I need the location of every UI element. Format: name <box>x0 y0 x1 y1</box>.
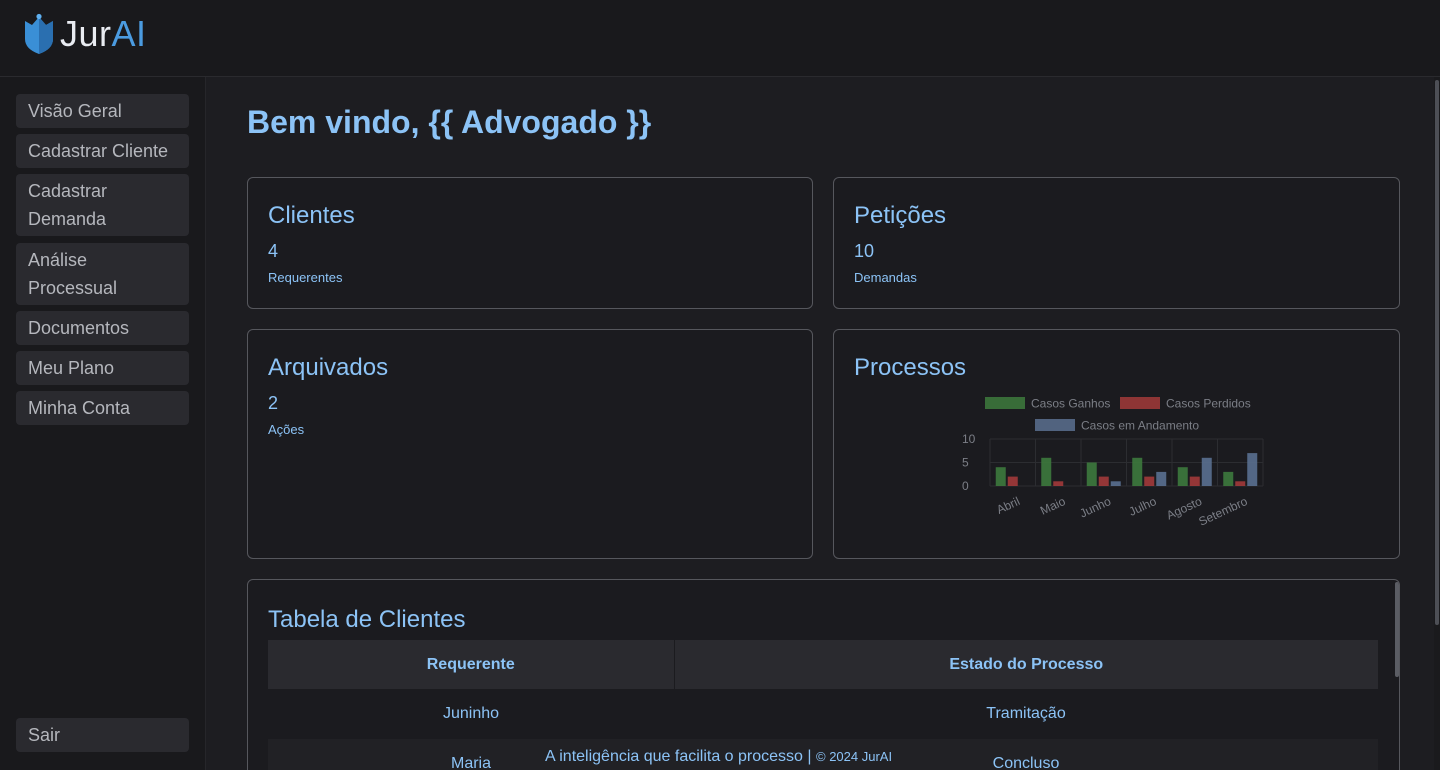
card-label: Ações <box>268 422 305 437</box>
bar-casos-em-andamento <box>1110 481 1121 486</box>
sidebar-item-cadastrar-cliente[interactable]: Cadastrar Cliente <box>16 134 189 168</box>
card-title: Arquivados <box>268 354 389 381</box>
table-title: Tabela de Clientes <box>268 606 466 633</box>
card-label: Demandas <box>854 270 917 285</box>
x-tick-label: Junho <box>1077 494 1113 521</box>
sidebar: Visão Geral Cadastrar Cliente Cadastrar … <box>0 77 206 770</box>
sidebar-item-meu-plano[interactable]: Meu Plano <box>16 351 189 385</box>
card-arquivados: Arquivados 2 Ações <box>247 329 813 559</box>
page-scrollbar-thumb[interactable] <box>1435 80 1439 625</box>
card-clientes: Clientes 4 Requerentes <box>247 177 813 309</box>
legend-label: Casos Perdidos <box>1166 397 1251 411</box>
card-peticoes: Petições 10 Demandas <box>833 177 1400 309</box>
table-scrollbar[interactable] <box>1395 582 1399 677</box>
sidebar-item-visao-geral[interactable]: Visão Geral <box>16 94 189 128</box>
processos-chart: Casos Ganhos Casos Perdidos Casos em Andam… <box>834 330 1399 563</box>
bar-casos-ganhos <box>1086 462 1097 486</box>
logo-text: JurAI <box>60 13 147 54</box>
bar-casos-ganhos <box>1132 457 1143 486</box>
bar-casos-ganhos <box>995 467 1006 486</box>
bar-casos-perdidos <box>1235 481 1246 486</box>
bar-casos-em-andamento <box>1156 471 1167 486</box>
top-bar: JurAI <box>0 0 1440 77</box>
card-value: 2 <box>268 393 279 413</box>
page-title: Bem vindo, {{ Advogado }} <box>247 104 652 140</box>
shield-logo-icon <box>25 13 53 54</box>
card-value: 10 <box>854 241 875 261</box>
sidebar-item-analise-processual[interactable]: Análise Processual <box>16 243 189 305</box>
x-tick-label: Abril <box>994 494 1022 517</box>
jurai-logo[interactable]: JurAI <box>22 12 147 56</box>
footer-copyright: © 2024 JurAI <box>816 749 893 764</box>
cell-requerente: Juninho <box>268 689 674 739</box>
table-row[interactable]: Juninho Tramitação <box>268 689 1378 739</box>
bar-casos-em-andamento <box>1247 453 1258 486</box>
bar-casos-perdidos <box>1144 476 1155 486</box>
sidebar-item-documentos[interactable]: Documentos <box>16 311 189 345</box>
legend-label: Casos em Andamento <box>1081 419 1199 433</box>
y-tick-label: 10 <box>962 432 976 446</box>
sidebar-item-label: Análise Processual <box>28 250 118 298</box>
bar-casos-perdidos <box>1189 476 1200 486</box>
card-processos: Processos Casos Ganhos Casos Perdidos Caso… <box>833 329 1400 559</box>
bar-casos-ganhos <box>1041 457 1052 486</box>
bar-casos-ganhos <box>1223 471 1234 486</box>
legend-label: Casos Ganhos <box>1031 397 1110 411</box>
y-tick-label: 5 <box>962 456 969 470</box>
sidebar-item-minha-conta[interactable]: Minha Conta <box>16 391 189 425</box>
x-tick-label: Setembro <box>1196 494 1249 529</box>
bar-casos-perdidos <box>1098 476 1109 486</box>
card-title: Clientes <box>268 202 355 229</box>
x-tick-label: Julho <box>1127 494 1159 519</box>
card-value: 4 <box>268 241 279 261</box>
x-tick-label: Maio <box>1038 494 1068 518</box>
legend-swatch <box>985 397 1025 409</box>
sidebar-item-cadastrar-demanda[interactable]: Cadastrar Demanda <box>16 174 189 236</box>
bar-casos-ganhos <box>1177 467 1188 486</box>
legend-swatch <box>1120 397 1160 409</box>
processos-bar-chart: Casos Ganhos Casos Perdidos Casos em Andam… <box>962 397 1264 529</box>
y-tick-label: 0 <box>962 479 969 493</box>
footer: A inteligência que facilita o processo |… <box>545 748 892 770</box>
main-content: Bem vindo, {{ Advogado }} Clientes 4 Req… <box>206 77 1440 770</box>
column-header-estado: Estado do Processo <box>674 640 1378 689</box>
card-title: Petições <box>854 202 947 229</box>
clients-table-card: Tabela de Clientes Requerente Estado do … <box>247 579 1400 770</box>
bar-casos-perdidos <box>1007 476 1018 486</box>
column-header-requerente: Requerente <box>268 640 675 689</box>
bar-casos-em-andamento <box>1201 457 1212 486</box>
card-label: Requerentes <box>268 270 343 285</box>
logout-button[interactable]: Sair <box>16 718 189 752</box>
sidebar-item-label: Cadastrar Demanda <box>28 181 108 229</box>
legend-swatch <box>1035 419 1075 431</box>
footer-tagline: A inteligência que facilita o processo | <box>545 748 812 765</box>
bar-casos-perdidos <box>1053 481 1064 486</box>
cell-estado: Tramitação <box>674 689 1378 739</box>
